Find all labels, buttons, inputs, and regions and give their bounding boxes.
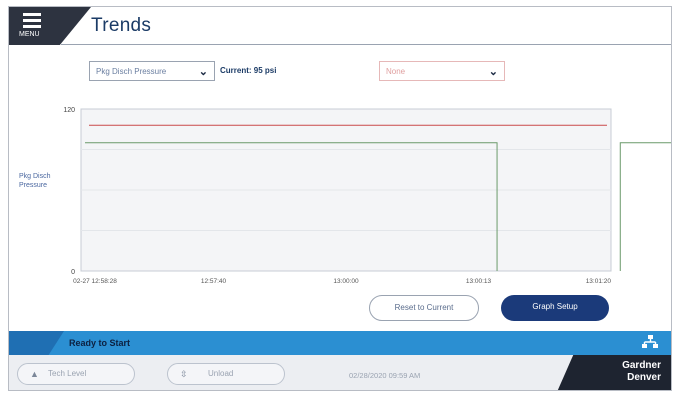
parameter-select-value: Pkg Disch Pressure — [96, 67, 167, 76]
unload-label: Unload — [208, 369, 234, 378]
x-tick-label: 12:57:40 — [201, 278, 227, 285]
unload-icon: ⇳ — [180, 369, 188, 379]
chevron-down-icon: ⌄ — [488, 66, 498, 78]
menu-label: MENU — [19, 31, 40, 38]
x-tick-label: 02-27 12:58:28 — [73, 278, 117, 285]
current-value: Current: 95 psi — [220, 66, 277, 75]
title-divider — [61, 44, 671, 45]
series-line — [619, 142, 671, 271]
page-title: Trends — [91, 15, 152, 36]
network-icon — [642, 335, 658, 348]
x-tick-label: 13:00:00 — [333, 278, 359, 285]
logo-line-1: Gardner — [622, 360, 661, 371]
x-tick-label: 13:01:20 — [586, 278, 612, 285]
person-icon: ▲ — [30, 369, 39, 379]
reset-to-current-button[interactable]: Reset to Current — [369, 295, 479, 321]
app-window: MENU Trends Pkg Disch Pressure ⌄ Current… — [8, 6, 672, 391]
second-select-value: None — [386, 67, 406, 76]
x-tick-label: 13:00:13 — [466, 278, 492, 285]
parameter-select[interactable]: Pkg Disch Pressure ⌄ — [89, 61, 215, 81]
tech-level-button[interactable]: ▲ Tech Level — [17, 363, 135, 385]
y-tick-bottom: 0 — [71, 269, 75, 276]
tech-level-label: Tech Level — [48, 369, 87, 378]
graph-setup-button[interactable]: Graph Setup — [501, 295, 609, 321]
chevron-down-icon: ⌄ — [198, 66, 208, 78]
trend-chart[interactable]: 120 0 02-27 12:58:28 12:57:40 13:00:00 13:0… — [9, 97, 672, 292]
second-parameter-select[interactable]: None ⌄ — [379, 61, 505, 81]
logo-line-2: Denver — [627, 372, 661, 383]
datetime: 02/28/2020 09:59 AM — [349, 371, 421, 380]
status-text: Ready to Start — [69, 338, 131, 348]
x-ticks: 02-27 12:58:28 12:57:40 13:00:00 13:00:13 13… — [73, 278, 611, 285]
hamburger-icon — [23, 13, 41, 28]
menu-button[interactable]: MENU — [9, 7, 91, 45]
unload-button[interactable]: ⇳ Unload — [167, 363, 285, 385]
gardner-denver-logo: Gardner Denver — [622, 360, 661, 384]
y-tick-top: 120 — [63, 107, 75, 114]
